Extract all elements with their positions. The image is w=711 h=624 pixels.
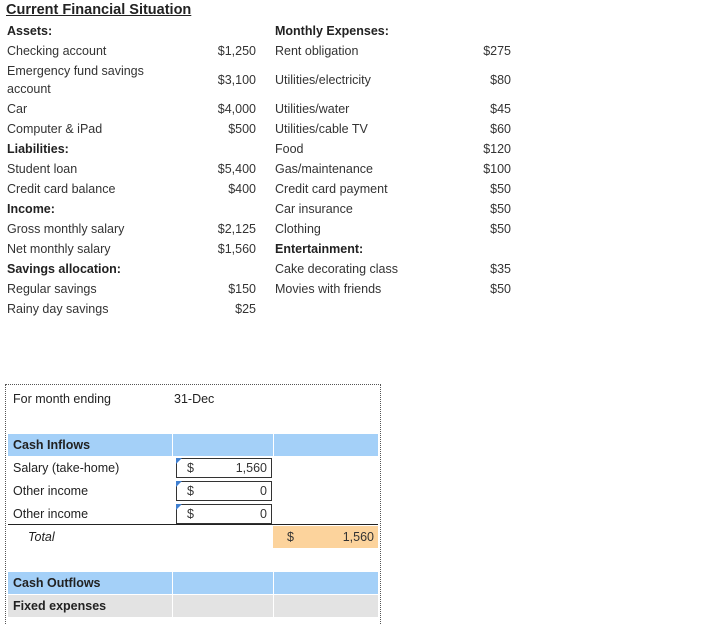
salary-input[interactable]: $ 1,560 [176,458,272,478]
monthly-expenses-header: Monthly Expenses: [275,24,389,38]
expense-label: Gas/maintenance [275,162,373,176]
asset-value: $500 [228,122,256,136]
currency-symbol: $ [187,461,194,475]
cell-divider [172,595,173,617]
income-header: Income: [7,202,55,216]
other-income-label: Other income [13,484,89,498]
expense-label: Food [275,142,304,156]
asset-value: $4,000 [217,102,256,116]
currency-symbol: $ [187,484,194,498]
liabilities-header: Liabilities: [7,142,69,156]
total-divider [8,524,378,525]
comment-marker-icon [176,481,182,487]
comment-marker-icon [176,458,182,464]
expense-label: Credit card payment [275,182,388,196]
income-value: $2,125 [217,222,256,236]
asset-label: Computer & iPad [7,122,103,136]
savings-label: Regular savings [7,282,97,296]
entertainment-header: Entertainment: [275,242,364,256]
expense-label: Movies with friends [275,282,382,296]
total-value: 1,560 [342,530,374,544]
month-label: For month ending [13,392,111,406]
income-value: $1,560 [217,242,256,256]
total-currency: $ [287,530,294,544]
expense-value: $120 [483,142,511,156]
expense-label: Car insurance [275,202,353,216]
other-income-input[interactable]: $ 0 [176,481,272,501]
asset-label: Emergency fund savings [7,64,144,78]
expense-value: $35 [490,262,511,276]
expense-label: Cake decorating class [275,262,398,276]
expense-label: Rent obligation [275,44,359,58]
savings-header: Savings allocation: [7,262,121,276]
asset-value: $1,250 [217,44,256,58]
total-label: Total [28,530,55,544]
expense-value: $100 [483,162,511,176]
total-cell: $ 1,560 [273,526,378,548]
income-label: Gross monthly salary [7,222,125,236]
expense-label: Utilities/cable TV [275,122,368,136]
other-income-value: 0 [260,484,267,498]
liability-label: Credit card balance [7,182,116,196]
expense-value: $50 [490,202,511,216]
expense-value: $45 [490,102,511,116]
expense-value: $50 [490,222,511,236]
asset-value: $3,100 [217,73,256,87]
income-label: Net monthly salary [7,242,111,256]
savings-value: $25 [235,302,256,316]
asset-label: Car [7,102,28,116]
expense-value: $50 [490,282,511,296]
expense-value: $50 [490,182,511,196]
salary-label: Salary (take-home) [13,461,120,475]
cell-divider [172,434,173,456]
cash-outflows-header: Cash Outflows [13,576,101,590]
expense-label: Utilities/electricity [275,73,371,87]
cell-divider [273,595,274,617]
savings-value: $150 [228,282,256,296]
asset-label-continued: account [7,82,51,96]
savings-label: Rainy day savings [7,302,109,316]
expense-label: Clothing [275,222,321,236]
liability-label: Student loan [7,162,78,176]
page-title: Current Financial Situation [6,2,192,18]
liability-value: $5,400 [217,162,256,176]
salary-value: 1,560 [235,461,267,475]
expense-value: $275 [483,44,511,58]
expense-value: $80 [490,73,511,87]
cash-inflows-header: Cash Inflows [13,438,91,452]
other-income-value: 0 [260,507,267,521]
other-income-input[interactable]: $ 0 [176,504,272,524]
cash-flow-worksheet: For month ending 31-Dec Cash Inflows Sal… [5,384,381,624]
currency-symbol: $ [187,507,194,521]
liability-value: $400 [228,182,256,196]
asset-label: Checking account [7,44,107,58]
other-income-label: Other income [13,507,89,521]
month-value: 31-Dec [174,392,215,406]
cell-divider [273,434,274,456]
comment-marker-icon [176,504,182,510]
cell-divider [172,572,173,594]
assets-header: Assets: [7,24,53,38]
expense-value: $60 [490,122,511,136]
expense-label: Utilities/water [275,102,350,116]
cell-divider [273,572,274,594]
fixed-expenses-header: Fixed expenses [13,599,107,613]
